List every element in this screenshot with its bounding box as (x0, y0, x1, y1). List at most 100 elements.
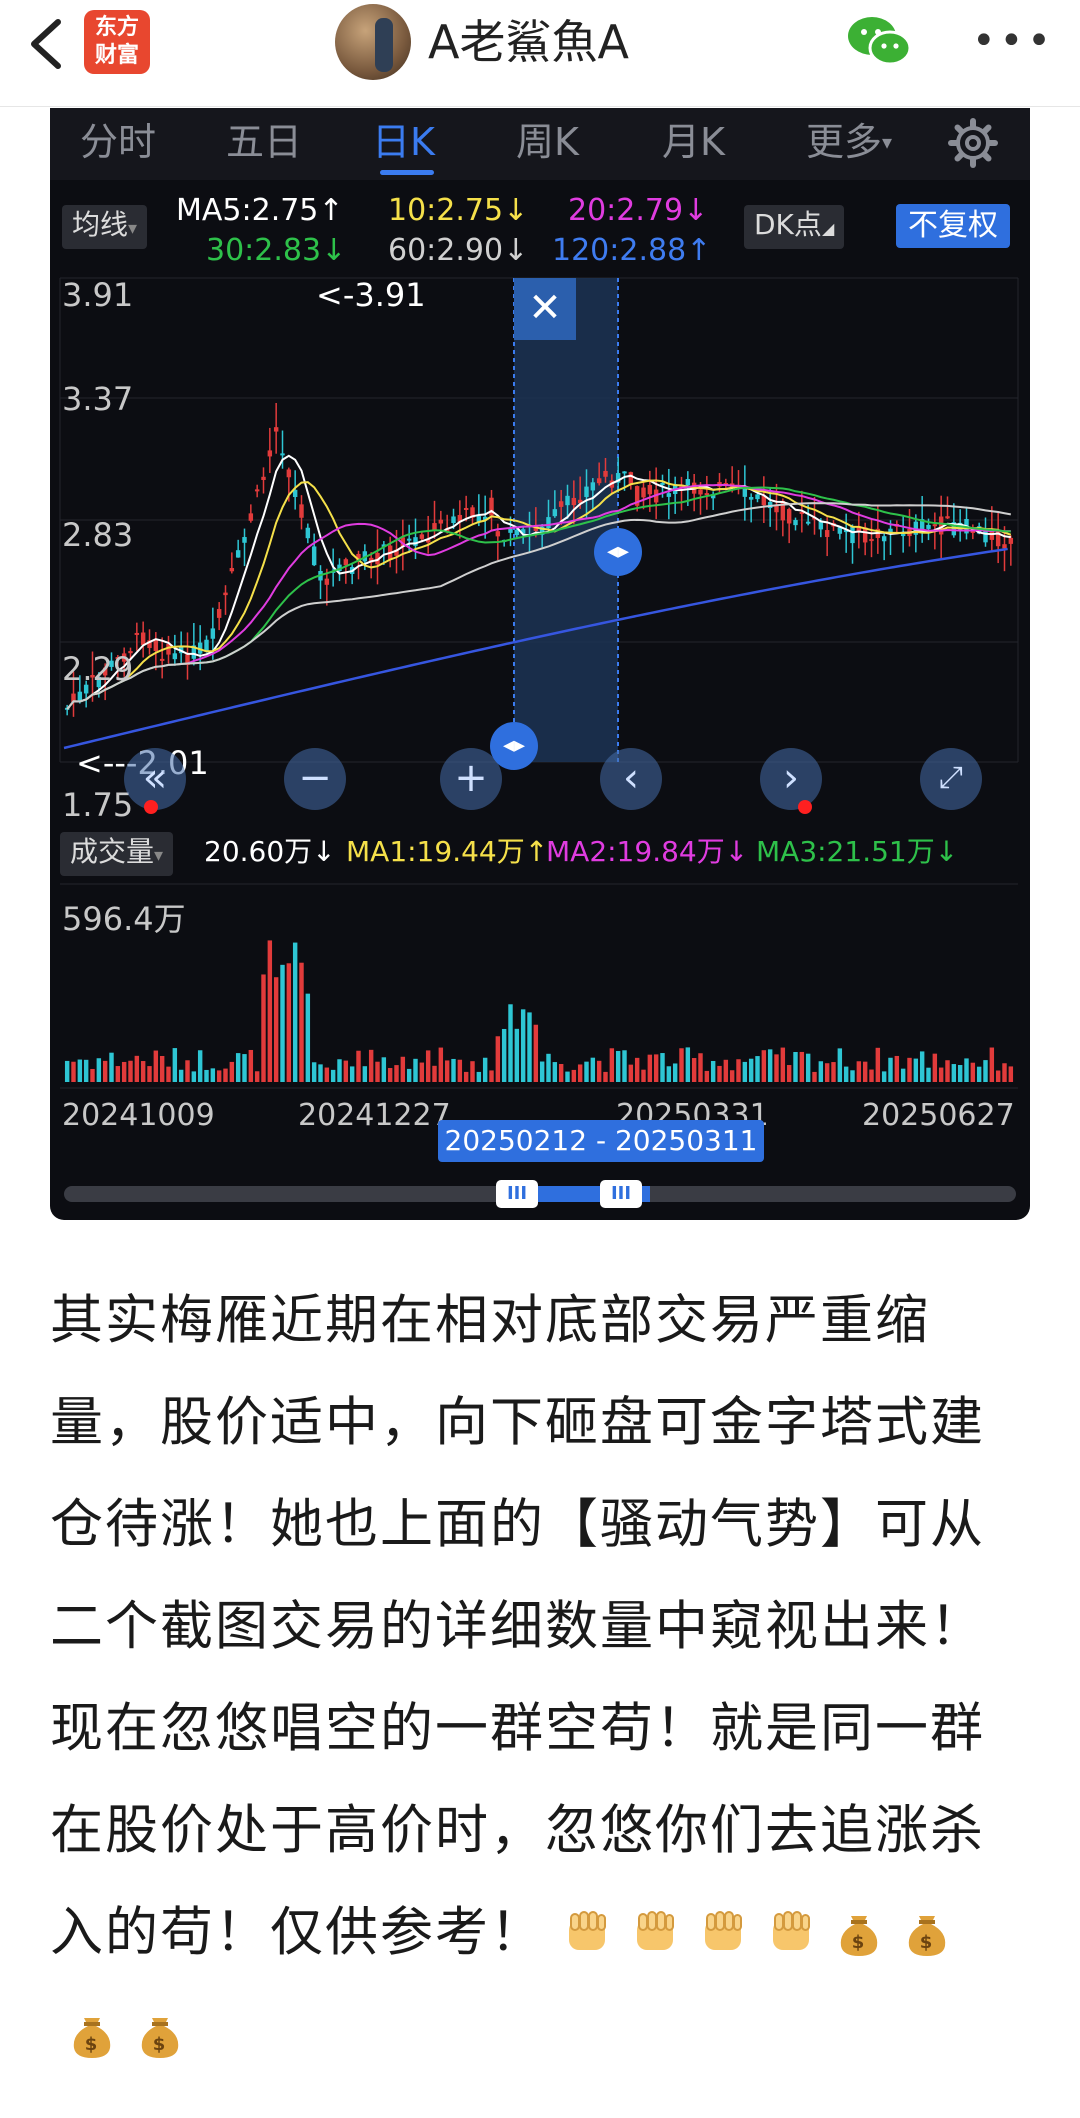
candle-body (419, 534, 425, 539)
close-selection-button[interactable]: ✕ (514, 278, 576, 340)
volume-bar (121, 1061, 127, 1082)
fullscreen-icon[interactable]: ⤢ (920, 748, 982, 810)
scroll-left-button[interactable]: ‹ (600, 748, 662, 810)
volume-bar (843, 1066, 849, 1082)
scroll-right-button[interactable]: › (760, 748, 822, 810)
volume-bar (305, 993, 311, 1082)
candle-body (140, 632, 146, 646)
svg-text:$: $ (153, 2034, 168, 2055)
volume-bar (660, 1053, 665, 1082)
username[interactable]: A老鯊魚A (428, 12, 629, 72)
volume-bar (894, 1055, 900, 1082)
candle-body (869, 539, 874, 542)
candle-body (216, 609, 222, 618)
svg-text:$: $ (852, 1932, 867, 1953)
volume-bar (698, 1053, 703, 1082)
volume-bar (533, 1024, 539, 1082)
timeline-handle-left[interactable]: III (496, 1180, 538, 1208)
candle-body (793, 520, 798, 526)
candle-body (755, 494, 760, 500)
candle-body (596, 478, 602, 484)
candle-body (134, 632, 140, 635)
kline-chart-card: 分时 五日 日K 周K 月K 更多▾ 均线▾ MA5:2.75↑ 10:2.75… (50, 108, 1030, 1220)
back-arrow-icon[interactable] (22, 16, 72, 72)
volume-bar (837, 1048, 843, 1082)
volume-bar (356, 1050, 361, 1082)
candle-body (495, 531, 501, 537)
volume-bar (362, 1066, 368, 1082)
volume-bar (77, 1059, 83, 1082)
volume-bar (311, 1062, 317, 1082)
volume-bar (508, 1004, 513, 1082)
money-bag-icon: $ (833, 1890, 885, 1956)
avatar[interactable] (335, 4, 411, 80)
volume-max-label: 596.4万 (62, 900, 186, 938)
zoom-out-button[interactable]: − (284, 748, 346, 810)
range-right-handle-icon[interactable]: ◂▸ (594, 528, 642, 576)
volume-bar (248, 1049, 254, 1082)
volume-bar (495, 1036, 501, 1082)
candle-body (267, 450, 273, 457)
volume-bar (400, 1056, 406, 1082)
candle-body (311, 546, 317, 566)
range-left-handle-icon[interactable]: ◂▸ (490, 722, 538, 770)
candle-body (989, 530, 995, 540)
volume-bar (482, 1057, 488, 1082)
volume-bar (983, 1060, 988, 1082)
volume-bar (463, 1071, 469, 1082)
date-label: 20250627 (862, 1098, 1015, 1133)
volume-bar (109, 1052, 114, 1082)
volume-bar (172, 1048, 178, 1082)
volume-bar (666, 1066, 672, 1082)
candle-body (324, 578, 330, 585)
volume-bar (565, 1071, 570, 1082)
fist-icon (629, 1890, 681, 1950)
volume-bar (337, 1059, 342, 1082)
volume-bar (489, 1070, 494, 1082)
volume-bar (862, 1061, 868, 1082)
candle-body (413, 537, 418, 546)
volume-bar (83, 1059, 89, 1082)
volume-bar (603, 1071, 608, 1082)
candle-body (261, 476, 266, 481)
candle-body (850, 526, 855, 544)
volume-bar (647, 1054, 653, 1082)
candlestick-chart[interactable] (50, 108, 1030, 1220)
wechat-icon[interactable] (846, 14, 912, 70)
volume-bar (520, 1009, 526, 1082)
volume-bar (881, 1071, 887, 1082)
volume-bar (280, 964, 285, 1082)
candle-body (565, 495, 570, 506)
candle-body (584, 486, 589, 497)
volume-bar (774, 1054, 779, 1082)
volume-bar (324, 1067, 330, 1082)
volume-bar (628, 1064, 634, 1082)
candle-body (926, 524, 931, 529)
volume-indicator-selector[interactable]: 成交量▾ (60, 832, 174, 876)
app-logo[interactable]: 东方 财富 (84, 10, 150, 74)
volume-bar (938, 1067, 944, 1082)
volume-bar (577, 1064, 583, 1082)
volume-bar (558, 1064, 564, 1082)
volume-bar (299, 962, 304, 1082)
fist-icon (697, 1890, 749, 1950)
volume-bar (191, 1071, 197, 1082)
volume-selector-label: 成交量 (70, 835, 155, 868)
candle-body (603, 470, 608, 477)
volume-bar (786, 1065, 792, 1082)
volume-bar (869, 1069, 874, 1082)
volume-bar (755, 1056, 760, 1082)
more-options-icon[interactable]: ••• (972, 21, 1055, 61)
volume-bar (71, 1061, 76, 1082)
volume-bar (1008, 1066, 1014, 1082)
volume-bar (932, 1053, 938, 1082)
volume-bar (919, 1051, 925, 1082)
volume-bar (185, 1060, 190, 1082)
volume-bar (831, 1062, 836, 1082)
timeline-handle-right[interactable]: III (600, 1180, 642, 1208)
candle-body (299, 504, 304, 518)
candle-body (451, 516, 456, 523)
price-label: 2.83 (62, 516, 134, 554)
volume-bar (166, 1066, 171, 1082)
volume-bar (514, 1028, 520, 1082)
